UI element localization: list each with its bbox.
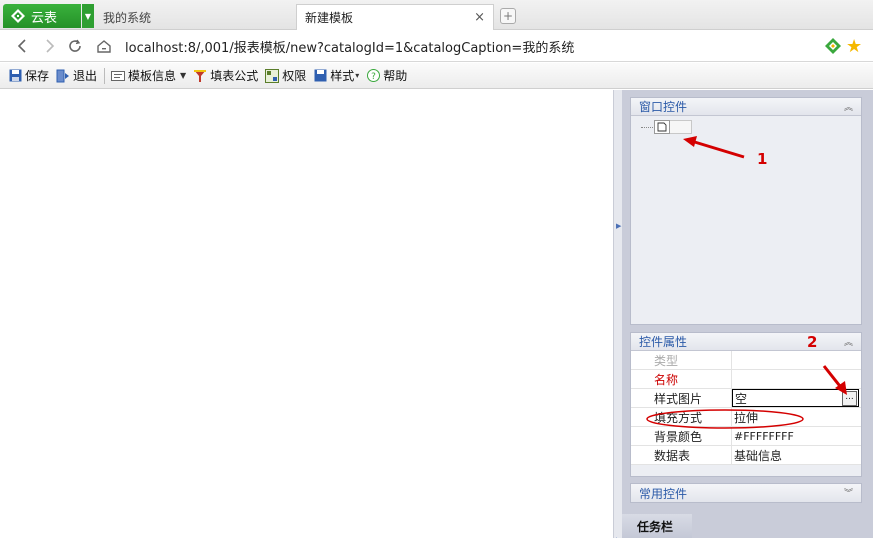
exit-label: 退出 (73, 69, 98, 83)
tree-node-window[interactable] (641, 120, 692, 134)
tree-connector (641, 126, 653, 128)
card-icon (111, 69, 126, 83)
template-info-button[interactable]: 模板信息 ▼ (111, 67, 186, 84)
logo-icon (11, 9, 25, 23)
browse-image-button[interactable]: ... (842, 391, 857, 406)
fill-formula-label: 填表公式 (210, 69, 259, 83)
fill-formula-button[interactable]: 填表公式 (193, 67, 258, 84)
property-key: 填充方式 (631, 408, 732, 426)
property-value[interactable]: #FFFFFFFF (732, 427, 861, 445)
back-icon[interactable] (12, 36, 32, 56)
tab-label: 我的系统 (103, 10, 152, 25)
property-row-fill-mode[interactable]: 填充方式 拉伸 (631, 408, 861, 427)
annotation-label-1: 1 (757, 150, 768, 168)
main-toolbar: 保存 退出 模板信息 ▼ 填表公式 权限 样式 ▾ ? 帮助 (0, 63, 873, 89)
expand-down-icon[interactable]: ︾ (844, 486, 853, 499)
window-controls-header[interactable]: 窗口控件 ︽ (631, 98, 861, 116)
formula-funnel-icon (193, 69, 207, 83)
toolbar-divider (104, 67, 106, 84)
permission-button[interactable]: 权限 (265, 67, 306, 84)
property-key: 背景颜色 (631, 427, 732, 445)
property-value[interactable]: 基础信息 (732, 446, 861, 464)
collapse-up-icon[interactable]: ︽ (844, 335, 853, 348)
property-key: 名称 (631, 370, 732, 388)
tab-my-system[interactable]: 我的系统 (95, 4, 295, 30)
style-label: 样式 (330, 69, 355, 83)
property-row-name[interactable]: 名称 (631, 370, 861, 389)
save-label: 保存 (25, 69, 50, 83)
new-tab-button[interactable]: + (500, 8, 516, 24)
window-node-icon (654, 120, 670, 134)
svg-text:?: ? (371, 72, 376, 82)
annotation-label-2: 2 (807, 333, 818, 351)
template-design-canvas[interactable] (0, 90, 613, 538)
property-row-style-image[interactable]: 样式图片 空 ... (631, 389, 861, 408)
brand-title: 云表 (31, 10, 58, 26)
property-value[interactable]: 拉伸 (732, 408, 861, 426)
style-image-value-field[interactable]: 空 ... (732, 389, 859, 407)
chevron-down-icon: ▾ (355, 71, 360, 80)
property-key: 类型 (631, 351, 732, 369)
extension-icon[interactable] (824, 37, 842, 55)
control-properties-title: 控件属性 (639, 335, 688, 349)
property-value[interactable] (732, 351, 861, 369)
collapse-right-icon[interactable]: ▶ (616, 222, 621, 230)
brand-menu-button[interactable]: 云表 (3, 4, 81, 28)
brand-dropdown-icon[interactable]: ▼ (82, 4, 94, 28)
help-label: 帮助 (383, 69, 408, 83)
template-info-label: 模板信息 (128, 69, 177, 83)
property-row-background-color[interactable]: 背景颜色 #FFFFFFFF (631, 427, 861, 446)
tab-new-template[interactable]: 新建模板 × (296, 4, 494, 30)
control-properties-pane: 控件属性 ︽ 类型 名称 样式图片 空 ... 填充方式 拉伸 背景颜色 #FF… (630, 332, 862, 477)
exit-door-icon (56, 69, 70, 83)
home-icon[interactable] (94, 36, 114, 56)
property-value: 空 (735, 391, 748, 406)
property-value[interactable] (732, 370, 861, 388)
taskbar-tab[interactable]: 任务栏 (622, 514, 692, 538)
common-controls-pane: 常用控件 ︾ (630, 483, 862, 503)
control-properties-header[interactable]: 控件属性 ︽ (631, 333, 861, 351)
exit-button[interactable]: 退出 (56, 67, 97, 84)
browser-tab-bar: 云表 ▼ 我的系统 新建模板 × + (0, 0, 873, 30)
panel-splitter[interactable]: ▶ ▶ (613, 90, 622, 538)
help-icon: ? (366, 69, 380, 83)
property-row-type[interactable]: 类型 (631, 351, 861, 370)
chevron-down-icon: ▼ (180, 71, 187, 80)
floppy-disk-icon (8, 69, 22, 83)
permission-label: 权限 (282, 69, 307, 83)
tab-label: 新建模板 (305, 11, 354, 25)
common-controls-title: 常用控件 (639, 486, 688, 501)
right-side-panel: 窗口控件 ︽ 控件属性 ︽ 类型 名称 样式图片 空 ... 填充方式 拉伸 背… (622, 90, 873, 538)
save-button[interactable]: 保存 (8, 67, 49, 84)
style-button[interactable]: 样式 ▾ (313, 67, 359, 84)
property-row-data-table[interactable]: 数据表 基础信息 (631, 446, 861, 465)
window-controls-title: 窗口控件 (639, 100, 688, 114)
common-controls-header[interactable]: 常用控件 ︾ (631, 484, 861, 502)
window-controls-pane: 窗口控件 ︽ (630, 97, 862, 325)
permission-grid-icon (265, 68, 280, 83)
refresh-icon[interactable] (65, 36, 85, 56)
bookmark-star-icon[interactable]: ★ (846, 36, 862, 57)
tree-node-label-box (670, 120, 692, 134)
property-key: 样式图片 (631, 389, 732, 407)
url-field[interactable]: localhost:8/,001/报表模板/new?catalogId=1&ca… (125, 37, 574, 56)
forward-icon[interactable] (40, 36, 60, 56)
collapse-up-icon[interactable]: ︽ (844, 100, 853, 113)
taskbar-label: 任务栏 (637, 519, 674, 534)
properties-grid: 类型 名称 样式图片 空 ... 填充方式 拉伸 背景颜色 #FFFFFFFF (631, 351, 861, 465)
address-bar: localhost:8/,001/报表模板/new?catalogId=1&ca… (0, 30, 873, 62)
property-key: 数据表 (631, 446, 732, 464)
style-disk-icon (313, 69, 327, 83)
help-button[interactable]: ? 帮助 (366, 67, 407, 84)
close-tab-icon[interactable]: × (474, 10, 485, 25)
